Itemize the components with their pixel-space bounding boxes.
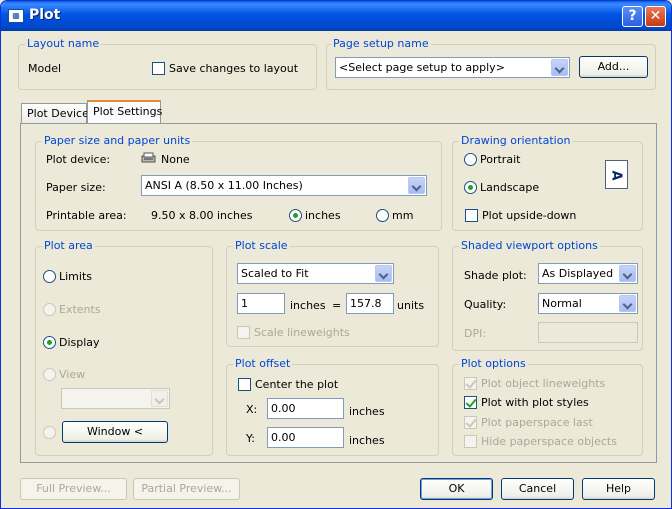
paper-size-label: Paper size: [46, 181, 106, 194]
display-label: Display [59, 336, 100, 349]
center-plot-label: Center the plot [255, 378, 339, 391]
extents-label: Extents [59, 303, 101, 316]
printable-area-value: 9.50 x 8.00 inches [151, 209, 253, 222]
shade-plot-select[interactable]: As Displayed [538, 263, 638, 284]
offset-y-label: Y: [246, 432, 255, 445]
scale-lineweights-checkbox[interactable] [237, 326, 250, 339]
tab-plot-settings[interactable]: Plot Settings [87, 100, 162, 123]
page-setup-title: Page setup name [331, 37, 431, 50]
scale-units-label: units [397, 299, 425, 312]
scale-units-input[interactable]: 157.8 [346, 293, 394, 314]
mm-radio[interactable] [376, 209, 389, 222]
shaded-viewport-title: Shaded viewport options [459, 239, 600, 252]
plot-device-label: Plot device: [46, 153, 111, 166]
page-setup-value: <Select page setup to apply> [339, 61, 505, 74]
layout-name-title: Layout name [25, 37, 102, 50]
paperspace-last-checkbox[interactable] [464, 416, 477, 429]
view-label: View [59, 368, 86, 381]
upside-down-label: Plot upside-down [482, 209, 577, 222]
full-preview-button[interactable]: Full Preview... [20, 478, 127, 500]
landscape-radio[interactable] [464, 181, 477, 194]
upside-down-checkbox[interactable] [465, 209, 478, 222]
add-page-setup-button[interactable]: Add... [579, 56, 648, 78]
shade-plot-label: Shade plot: [464, 269, 527, 282]
quality-label: Quality: [464, 298, 507, 311]
display-radio[interactable] [43, 336, 56, 349]
save-changes-checkbox[interactable] [152, 62, 165, 75]
scale-equals: = [332, 299, 342, 312]
chevron-down-icon[interactable] [619, 265, 636, 282]
quality-value: Normal [542, 297, 582, 310]
plot-lineweights-checkbox[interactable] [464, 377, 477, 390]
chevron-down-icon[interactable] [375, 265, 392, 282]
portrait-radio[interactable] [464, 153, 477, 166]
plot-app-icon: ▦ [8, 9, 24, 23]
plot-styles-label: Plot with plot styles [481, 396, 589, 409]
plot-dialog: ▦ Plot ? ✕ Layout name Model Save change… [0, 0, 672, 509]
plot-offset-title: Plot offset [233, 357, 293, 370]
orientation-preview-icon: A [605, 160, 628, 189]
limits-radio[interactable] [43, 270, 56, 283]
layout-name-value: Model [28, 62, 62, 75]
window-title: Plot [29, 7, 61, 23]
chevron-down-icon[interactable] [151, 390, 168, 407]
scale-lineweights-label: Scale lineweights [254, 326, 350, 339]
mm-label: mm [392, 209, 414, 222]
offset-x-unit: inches [349, 405, 385, 418]
ok-button[interactable]: OK [420, 478, 493, 500]
plot-lineweights-label: Plot object lineweights [481, 377, 606, 390]
plot-options-title: Plot options [459, 357, 528, 370]
inches-radio[interactable] [289, 209, 302, 222]
title-bar[interactable]: ▦ Plot ? ✕ [1, 1, 671, 31]
plotter-icon [141, 152, 156, 164]
plot-styles-checkbox[interactable] [464, 396, 477, 409]
scale-inches-label: inches [290, 299, 326, 312]
dpi-label: DPI: [464, 327, 487, 340]
scale-inches-input[interactable]: 1 [237, 293, 285, 314]
dpi-input[interactable] [538, 322, 638, 343]
window-radio[interactable] [43, 426, 56, 439]
view-select[interactable] [61, 388, 170, 409]
paper-size-title: Paper size and paper units [42, 134, 193, 147]
chevron-down-icon[interactable] [551, 59, 568, 76]
tab-plot-device[interactable]: Plot Device [21, 103, 89, 123]
window-button[interactable]: Window < [62, 421, 168, 443]
paperspace-last-label: Plot paperspace last [481, 416, 593, 429]
plot-area-title: Plot area [42, 239, 95, 252]
cancel-button[interactable]: Cancel [501, 478, 574, 500]
extents-radio[interactable] [43, 303, 56, 316]
portrait-label: Portrait [480, 153, 521, 166]
offset-x-label: X: [246, 403, 258, 416]
view-radio[interactable] [43, 368, 56, 381]
plot-scale-value: Scaled to Fit [241, 267, 309, 280]
plot-device-value: None [161, 153, 190, 166]
offset-y-unit: inches [349, 434, 385, 447]
plot-scale-select[interactable]: Scaled to Fit [237, 263, 394, 284]
landscape-label: Landscape [480, 181, 540, 194]
inches-label: inches [305, 209, 341, 222]
printable-area-label: Printable area: [46, 209, 127, 222]
quality-select[interactable]: Normal [538, 293, 638, 314]
orientation-preview-glyph: A [608, 170, 624, 181]
shade-plot-value: As Displayed [542, 267, 614, 280]
paper-size-value: ANSI A (8.50 x 11.00 Inches) [145, 179, 303, 192]
orientation-title: Drawing orientation [459, 134, 573, 147]
plot-scale-title: Plot scale [233, 239, 290, 252]
hide-paperspace-label: Hide paperspace objects [481, 435, 617, 448]
offset-y-input[interactable]: 0.00 [267, 427, 344, 448]
limits-label: Limits [59, 270, 92, 283]
partial-preview-button[interactable]: Partial Preview... [133, 478, 240, 500]
page-setup-select[interactable]: <Select page setup to apply> [335, 57, 570, 78]
help-title-button[interactable]: ? [622, 6, 643, 27]
center-plot-checkbox[interactable] [238, 378, 251, 391]
paper-size-select[interactable]: ANSI A (8.50 x 11.00 Inches) [141, 175, 427, 196]
help-button[interactable]: Help [582, 478, 655, 500]
chevron-down-icon[interactable] [619, 295, 636, 312]
close-button[interactable]: ✕ [645, 6, 666, 27]
hide-paperspace-checkbox[interactable] [464, 435, 477, 448]
offset-x-input[interactable]: 0.00 [267, 398, 344, 419]
chevron-down-icon[interactable] [408, 177, 425, 194]
save-changes-label: Save changes to layout [169, 62, 299, 75]
